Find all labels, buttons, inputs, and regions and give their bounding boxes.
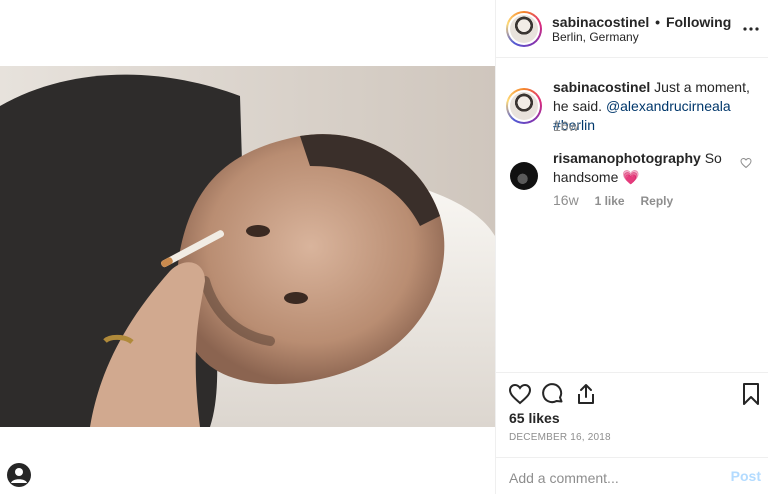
comment-meta: 16w 1 like Reply (553, 192, 673, 208)
comment-emoji: 💗 (622, 169, 640, 185)
actions-bar: 65 likes DECEMBER 16, 2018 Post (496, 372, 768, 492)
caption-text: sabinacostinel Just a moment, he said. @… (553, 78, 753, 135)
reply-button[interactable]: Reply (641, 194, 674, 208)
comment-composer: Post (496, 457, 768, 494)
comment-text: risamanophotography So handsome 💗 (553, 149, 733, 187)
media-pane (0, 0, 495, 494)
post-date[interactable]: DECEMBER 16, 2018 (509, 432, 611, 443)
header-author-line: sabinacostinel • Following (552, 14, 731, 30)
caption-age[interactable]: 16w (553, 118, 579, 134)
header-separator: • (655, 14, 661, 30)
comment-like-icon[interactable] (740, 157, 752, 169)
more-options-icon[interactable] (741, 19, 761, 39)
comment-input[interactable] (509, 468, 719, 488)
like-count[interactable]: 65 likes (509, 410, 560, 426)
comment-age[interactable]: 16w (553, 192, 579, 208)
photo-illustration (0, 66, 495, 427)
share-icon[interactable] (574, 382, 598, 406)
heart-icon[interactable] (508, 382, 532, 406)
caption-username[interactable]: sabinacostinel (553, 79, 650, 95)
post-sidebar: sabinacostinel • Following Berlin, Germa… (495, 0, 768, 494)
author-username[interactable]: sabinacostinel (552, 14, 649, 30)
follow-status[interactable]: Following (666, 14, 731, 30)
comment-like-count[interactable]: 1 like (595, 194, 625, 208)
caption-meta: 16w (553, 118, 579, 134)
caption-mention[interactable]: @alexandrucirneala (606, 98, 731, 114)
post-photo[interactable] (0, 66, 495, 427)
bookmark-icon[interactable] (739, 382, 763, 406)
author-avatar[interactable] (506, 11, 542, 47)
commenter-avatar[interactable] (510, 162, 538, 190)
caption-avatar[interactable] (506, 88, 542, 124)
profile-icon[interactable] (7, 463, 31, 487)
commenter-username[interactable]: risamanophotography (553, 150, 701, 166)
post-location[interactable]: Berlin, Germany (552, 30, 639, 44)
post-header: sabinacostinel • Following Berlin, Germa… (496, 0, 768, 58)
comment-icon[interactable] (541, 382, 565, 406)
post-comment-button[interactable]: Post (731, 468, 761, 484)
